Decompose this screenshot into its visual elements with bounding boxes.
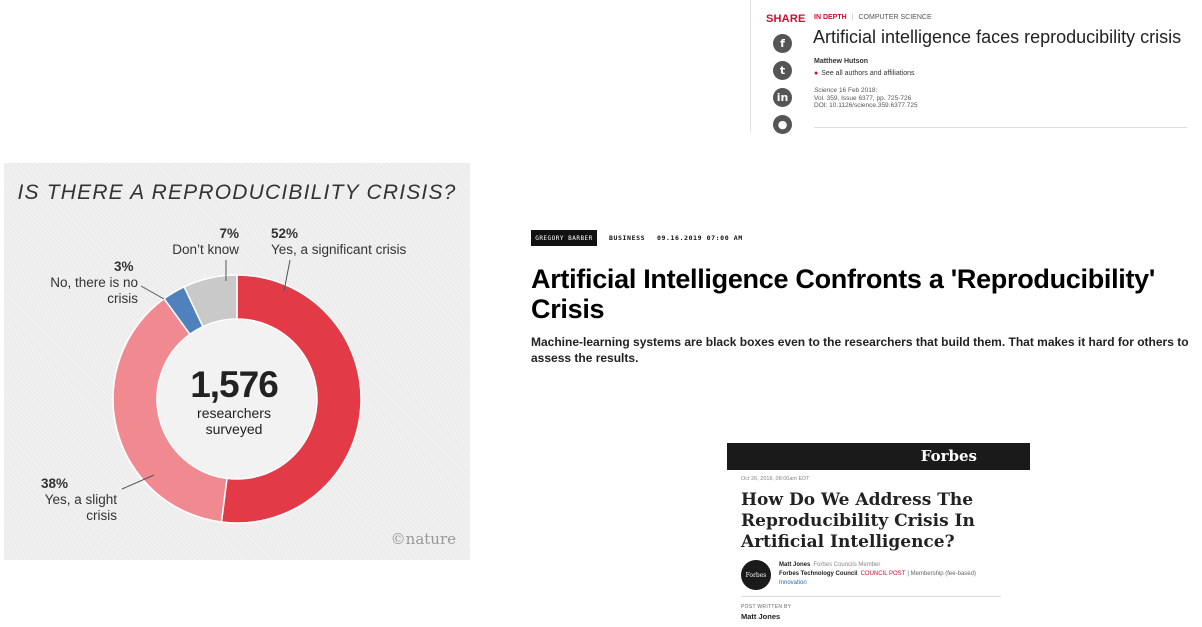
avatar[interactable]: Forbes: [741, 560, 771, 590]
forbes-author-role: Forbes Councils Member: [813, 562, 881, 568]
nature-chart: IS THERE A REPRODUCIBILITY CRISIS? 52% Y…: [4, 163, 470, 560]
volume-info: Vol. 359, Issue 6377, pp. 725-726: [814, 94, 912, 102]
subcategory-label[interactable]: COMPUTER SCIENCE: [859, 14, 932, 21]
council-line: Forbes Technology Council COUNCIL POST | M…: [779, 571, 976, 577]
science-category: IN DEPTH | COMPUTER SCIENCE: [814, 14, 932, 21]
affiliations-link[interactable]: ● See all authors and affiliations: [814, 70, 915, 77]
science-article-card: SHARE f t in ● IN DEPTH | COMPUTER SCIENCE…: [750, 0, 1202, 134]
twitter-icon[interactable]: t: [773, 61, 792, 80]
wired-dek: Machine-learning systems are black boxes…: [531, 335, 1189, 365]
linkedin-icon[interactable]: in: [773, 88, 792, 107]
council-post-badge: COUNCIL POST: [860, 571, 906, 577]
wired-article: GREGORY BARBER BUSINESS 09.16.2019 07:00…: [531, 230, 1202, 370]
center-label-1: researchers: [197, 405, 271, 421]
publish-date: 16 Feb 2018:: [838, 87, 878, 94]
post-written-by: POST WRITTEN BY: [741, 604, 792, 610]
forbes-author-line: Matt Jones Forbes Councils Member: [779, 562, 880, 568]
journal-name: Science: [814, 87, 838, 94]
nature-logo: ©nature: [390, 530, 456, 548]
donut-center: 1,576 researchers surveyed: [164, 364, 304, 438]
facebook-icon[interactable]: f: [773, 34, 792, 53]
leader-no-crisis: [140, 285, 165, 300]
label-no-crisis: 3% No, there is no crisis: [50, 259, 138, 306]
science-author[interactable]: Matthew Hutson: [814, 58, 868, 65]
reddit-icon[interactable]: ●: [773, 115, 792, 134]
science-title: Artificial intelligence faces reproducib…: [813, 27, 1182, 47]
respondent-count: 1,576: [190, 364, 279, 405]
wired-section[interactable]: BUSINESS: [609, 234, 645, 242]
forbes-logo[interactable]: Forbes: [921, 447, 977, 465]
share-label: SHARE: [766, 13, 806, 25]
forbes-headline: How Do We Address The Reproducibility Cr…: [741, 490, 975, 552]
council-name[interactable]: Forbes Technology Council: [779, 571, 858, 577]
wired-headline: Artificial Intelligence Confronts a 'Rep…: [531, 264, 1156, 324]
forbes-author[interactable]: Matt Jones: [779, 562, 810, 568]
forbes-header: Forbes: [727, 443, 1030, 470]
label-slight: 38% Yes, a slight crisis: [41, 476, 117, 523]
topic-link[interactable]: Innovation: [779, 580, 807, 586]
forbes-date: Oct 26, 2018, 08:00am EDT: [741, 476, 810, 482]
center-label-2: surveyed: [205, 421, 263, 437]
membership-note: | Membership (fee-based): [907, 571, 976, 577]
divider: [741, 596, 1001, 597]
post-author[interactable]: Matt Jones: [741, 612, 780, 621]
label-significant: 52% Yes, a significant crisis: [271, 226, 407, 257]
label-dont-know: 7% Don’t know: [172, 226, 239, 257]
divider: [814, 127, 1187, 128]
citation-meta: Science 16 Feb 2018: Vol. 359, Issue 637…: [814, 87, 918, 110]
wired-date: 09.16.2019 07:00 AM: [657, 234, 743, 242]
category-label[interactable]: IN DEPTH: [814, 14, 847, 21]
forbes-article: Forbes Oct 26, 2018, 08:00am EDT How Do …: [727, 443, 1030, 627]
wired-author[interactable]: GREGORY BARBER: [531, 230, 597, 246]
doi: DOI: 10.1126/science.359.6377.725: [814, 102, 918, 109]
